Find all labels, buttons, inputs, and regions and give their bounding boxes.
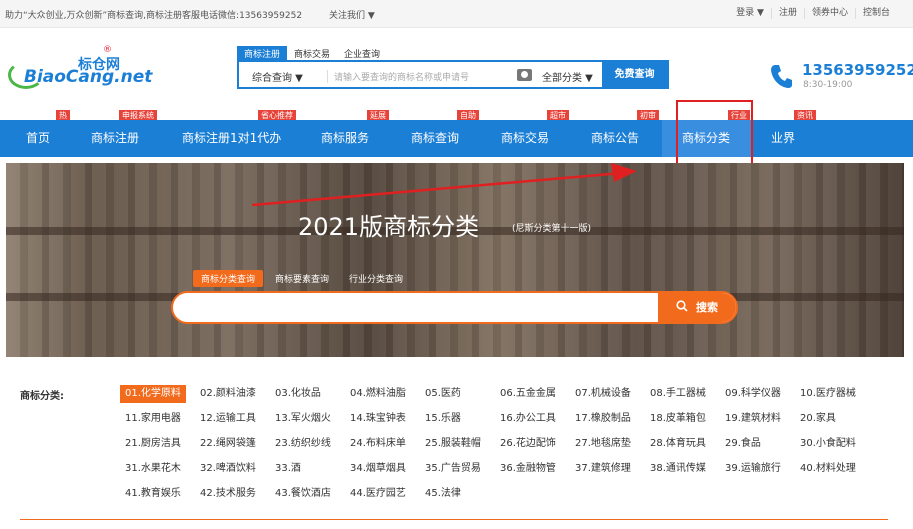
nav-item-home[interactable]: 首页 — [26, 120, 50, 157]
category-item[interactable]: 10.医疗器械 — [795, 385, 861, 403]
search-scope-select[interactable]: 综合查询 ▼ — [252, 69, 303, 84]
tab-element-query[interactable]: 商标要素查询 — [267, 270, 337, 287]
category-item[interactable]: 14.珠宝钟表 — [345, 410, 411, 428]
top-bar: 助力“大众创业,万众创新”商标查询,商标注册客服电话微信:13563959252… — [0, 0, 913, 28]
category-item[interactable]: 41.教育娱乐 — [120, 485, 186, 503]
category-item[interactable]: 40.材料处理 — [795, 460, 861, 478]
banner-subtitle: (尼斯分类第十一版) — [512, 224, 592, 234]
category-item[interactable]: 28.体育玩具 — [645, 435, 711, 453]
category-item[interactable]: 08.手工器械 — [645, 385, 711, 403]
camera-icon[interactable] — [517, 69, 532, 81]
nav-item-query[interactable]: 商标查询 — [411, 120, 459, 157]
category-item[interactable]: 36.金融物管 — [495, 460, 561, 478]
category-item[interactable]: 07.机械设备 — [570, 385, 636, 403]
category-item[interactable]: 42.技术服务 — [195, 485, 261, 503]
category-item[interactable]: 29.食品 — [720, 435, 766, 453]
free-query-button[interactable]: 免费查询 — [602, 62, 667, 87]
category-item[interactable]: 45.法律 — [420, 485, 466, 503]
category-item[interactable]: 03.化妆品 — [270, 385, 326, 403]
hero-banner — [6, 163, 904, 357]
login-link[interactable]: 登录 ▼ — [729, 8, 771, 19]
register-link[interactable]: 注册 — [770, 8, 804, 19]
banner-search-label: 搜索 — [696, 301, 718, 314]
category-item[interactable]: 44.医疗园艺 — [345, 485, 411, 503]
category-item[interactable]: 18.皮革箱包 — [645, 410, 711, 428]
banner-search-input[interactable] — [187, 299, 647, 317]
category-item[interactable]: 11.家用电器 — [120, 410, 186, 428]
category-item[interactable]: 02.颜料油漆 — [195, 385, 261, 403]
category-item[interactable]: 06.五金金属 — [495, 385, 561, 403]
category-item[interactable]: 21.厨房洁具 — [120, 435, 186, 453]
category-item[interactable]: 24.布料床单 — [345, 435, 411, 453]
category-select[interactable]: 全部分类 ▼ — [542, 69, 593, 84]
console-link[interactable]: 控制台 — [854, 8, 897, 19]
header-search-input[interactable]: 请输入要查询的商标名称或申请号 — [327, 70, 469, 83]
category-item[interactable]: 38.通讯传媒 — [645, 460, 711, 478]
category-item[interactable]: 20.家具 — [795, 410, 841, 428]
category-item[interactable]: 13.军火烟火 — [270, 410, 336, 428]
nav-item-industry[interactable]: 业界 — [771, 120, 795, 157]
category-item[interactable]: 37.建筑修理 — [570, 460, 636, 478]
banner-search-box: 搜索 — [171, 291, 738, 324]
phone-icon — [771, 65, 792, 88]
category-item[interactable]: 01.化学原料 — [120, 385, 186, 403]
categories-label: 商标分类: — [20, 391, 64, 402]
category-item[interactable]: 35.广告贸易 — [420, 460, 486, 478]
tab-classification-query[interactable]: 商标分类查询 — [193, 270, 264, 287]
category-item[interactable]: 15.乐器 — [420, 410, 466, 428]
nav-item-registration[interactable]: 商标注册 — [91, 120, 139, 157]
category-item[interactable]: 05.医药 — [420, 385, 466, 403]
site-logo[interactable]: ® 标仓网 BiaoCang.net — [8, 45, 152, 95]
category-item[interactable]: 19.建筑材料 — [720, 410, 786, 428]
category-item[interactable]: 33.酒 — [270, 460, 306, 478]
slogan-text: 助力“大众创业,万众创新”商标查询,商标注册客服电话微信:13563959252 — [5, 11, 303, 21]
category-item[interactable]: 23.纺织纱线 — [270, 435, 336, 453]
tab-trademark-registration[interactable]: 商标注册 — [237, 46, 288, 61]
page: { "topbar": { "slogan": "助力“大众创业,万众创新”商标… — [0, 0, 913, 529]
banner-search-button[interactable]: 搜索 — [658, 293, 736, 322]
nav-item-announcement[interactable]: 商标公告 — [591, 120, 639, 157]
magnifier-icon — [676, 300, 688, 312]
category-item[interactable]: 04.燃料油脂 — [345, 385, 411, 403]
header-search-box: 综合查询 ▼ 请输入要查询的商标名称或申请号 全部分类 ▼ 免费查询 — [237, 60, 669, 89]
nav-item-trading[interactable]: 商标交易 — [501, 120, 549, 157]
tab-industry-query[interactable]: 行业分类查询 — [341, 270, 411, 287]
tab-trademark-trading[interactable]: 商标交易 — [287, 46, 337, 61]
highlight-box — [676, 100, 753, 170]
category-item[interactable]: 32.啤酒饮料 — [195, 460, 261, 478]
category-item[interactable]: 27.地毯席垫 — [570, 435, 636, 453]
category-item[interactable]: 16.办公工具 — [495, 410, 561, 428]
category-item[interactable]: 12.运输工具 — [195, 410, 261, 428]
contact-hours: 8:30-19:00 — [803, 80, 853, 90]
contact-phone: 13563959252 — [802, 61, 913, 79]
search-tabs: 商标注册 商标交易 企业查询 — [237, 46, 387, 61]
category-item[interactable]: 17.橡胶制品 — [570, 410, 636, 428]
banner-title: 2021版商标分类 — [298, 213, 480, 241]
banner-overlay — [6, 163, 904, 357]
category-item[interactable]: 25.服装鞋帽 — [420, 435, 486, 453]
tab-company-query[interactable]: 企业查询 — [337, 46, 387, 61]
category-item[interactable]: 22.绳网袋篷 — [195, 435, 261, 453]
category-item[interactable]: 26.花边配饰 — [495, 435, 561, 453]
category-item[interactable]: 30.小食配料 — [795, 435, 861, 453]
category-item[interactable]: 34.烟草烟具 — [345, 460, 411, 478]
account-links: 登录 ▼ 注册 领券中心 控制台 — [729, 8, 897, 19]
category-item[interactable]: 39.运输旅行 — [720, 460, 786, 478]
category-item[interactable]: 43.餐饮酒店 — [270, 485, 336, 503]
nav-item-agent[interactable]: 商标注册1对1代办 — [182, 120, 281, 157]
nav-item-service[interactable]: 商标服务 — [321, 120, 369, 157]
banner-search-tabs: 商标分类查询 商标要素查询 行业分类查询 — [193, 270, 415, 287]
main-nav: 首页 商标注册 商标注册1对1代办 商标服务 商标查询 商标交易 商标公告 商标… — [0, 120, 913, 157]
section-divider — [20, 519, 888, 520]
coupon-center-link[interactable]: 领券中心 — [803, 8, 855, 19]
category-item[interactable]: 09.科学仪器 — [720, 385, 786, 403]
category-item[interactable]: 31.水果花木 — [120, 460, 186, 478]
follow-us-menu[interactable]: 关注我们 ▼ — [329, 8, 375, 21]
logo-en-text: BiaoCang.net — [24, 67, 153, 87]
